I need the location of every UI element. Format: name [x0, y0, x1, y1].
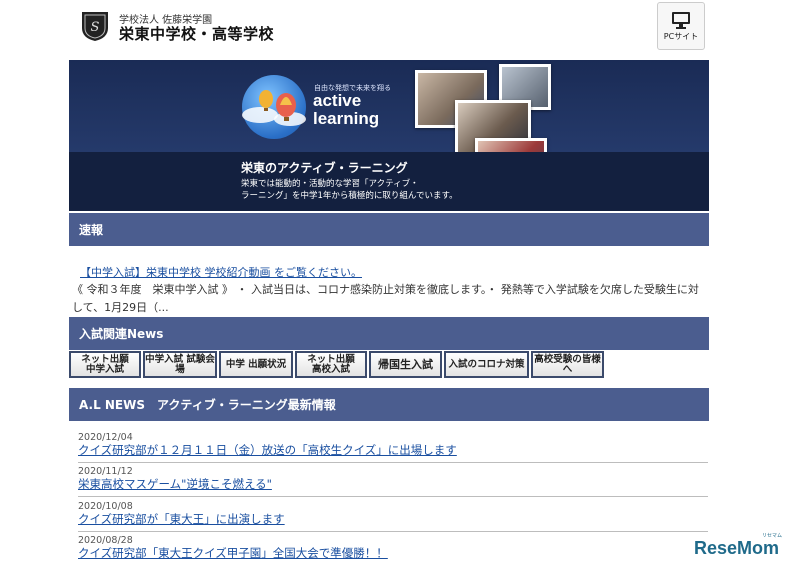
sokuho-news-link[interactable]: 【中学入試】栄東中学校 学校紹介動画 をご覧ください。 [80, 264, 362, 280]
al-news-link[interactable]: クイズ研究部が１２月１１日（金）放送の「高校生クイズ」に出場します [78, 442, 457, 458]
banner-title: 栄東のアクティブ・ラーニング [241, 161, 408, 175]
exam-news-section-header: 入試関連News [69, 317, 709, 350]
school-name[interactable]: 栄東中学校・高等学校 [119, 23, 274, 44]
al-news-item: 2020/12/04 クイズ研究部が１２月１１日（金）放送の「高校生クイズ」に出… [78, 432, 708, 463]
junior-application-status-button[interactable]: 中学 出願状況 [219, 351, 293, 378]
al-news-link[interactable]: クイズ研究部が「東大王」に出演します [78, 511, 285, 527]
al-news-link[interactable]: 栄東高校マスゲーム"逆境こそ燃える" [78, 476, 272, 492]
net-application-high-button[interactable]: ネット出願 高校入試 [295, 351, 367, 378]
sokuho-section-header: 速報 [69, 213, 709, 246]
banner-active-text: active [313, 91, 362, 110]
junior-exam-venue-button[interactable]: 中学入試 試験会場 [143, 351, 217, 378]
al-news-section-header: A.L NEWS アクティブ・ラーニング最新情報 [69, 388, 709, 421]
monitor-icon [672, 11, 690, 29]
balloon-icon [242, 90, 306, 126]
exam-covid-measures-button[interactable]: 入試のコロナ対策 [444, 351, 529, 378]
net-application-junior-button[interactable]: ネット出願 中学入試 [69, 351, 141, 378]
al-news-item: 2020/11/12 栄東高校マスゲーム"逆境こそ燃える" [78, 466, 708, 497]
sokuho-news-body: 《 令和３年度 栄東中学入試 》 ・ 入試当日は、コロナ感染防止対策を徹底します… [72, 283, 699, 314]
svg-text:S: S [91, 20, 100, 35]
al-news-item: 2020/08/28 クイズ研究部「東大王クイズ甲子園」全国大会で準優勝！！ [78, 535, 708, 565]
pc-site-button[interactable]: PCサイト [657, 2, 705, 50]
al-news-item: 2020/10/08 クイズ研究部が「東大王」に出演します [78, 501, 708, 532]
banner-description-line1: 栄東では能動的・活動的な学習「アクティブ・ [241, 179, 419, 189]
high-school-applicants-button[interactable]: 高校受験の皆様へ [531, 351, 604, 378]
pc-site-label: PCサイト [663, 31, 699, 41]
header: S 学校法人 佐藤栄学園 栄東中学校・高等学校 PCサイト [69, 0, 709, 58]
resemom-watermark: ReseMom [694, 538, 780, 558]
banner-description-line2: ラーニング」を中学1年から積極的に取り組んでいます。 [241, 191, 458, 201]
al-news-link[interactable]: クイズ研究部「東大王クイズ甲子園」全国大会で準優勝！！ [78, 545, 388, 561]
active-learning-banner[interactable]: 自由な発想で未来を翔る active learning 栄東のアクティブ・ラーニ… [69, 60, 709, 211]
school-logo-icon[interactable]: S [80, 10, 110, 42]
banner-learning-text: learning [313, 109, 380, 128]
balloon-illustration [242, 75, 306, 139]
returnee-exam-button[interactable]: 帰国生入試 [369, 351, 442, 378]
exam-button-row: ネット出願 中学入試 中学入試 試験会場 中学 出願状況 ネット出願 高校入試 … [69, 351, 604, 378]
